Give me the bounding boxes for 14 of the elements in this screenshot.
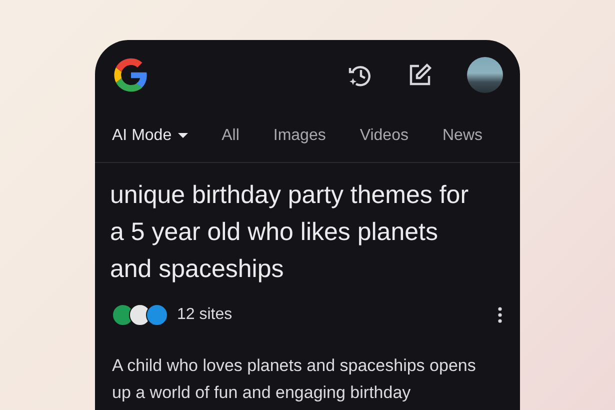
avatar-photo-placeholder[interactable]	[467, 57, 503, 93]
google-logo-icon[interactable]	[112, 56, 150, 94]
site-favicon-icon[interactable]	[112, 304, 134, 326]
search-tab[interactable]: All	[222, 127, 240, 145]
site-favicon-icon[interactable]	[146, 304, 168, 326]
search-tab[interactable]: Videos	[360, 127, 408, 145]
query-heading: unique birthday party themes for a 5 year old who likes planets and spaceships	[110, 180, 470, 285]
edit-icon[interactable]	[407, 62, 433, 88]
more-options-icon[interactable]	[497, 307, 503, 323]
search-tab[interactable]: News	[442, 127, 482, 145]
answer-paragraph: A child who loves planets and spaceships opens up a world of fun and engaging birthday	[112, 355, 477, 404]
search-tab[interactable]: AI Mode	[112, 127, 188, 145]
sources-count[interactable]: 12 sites	[177, 306, 232, 324]
search-tab[interactable]: Images	[273, 127, 326, 145]
